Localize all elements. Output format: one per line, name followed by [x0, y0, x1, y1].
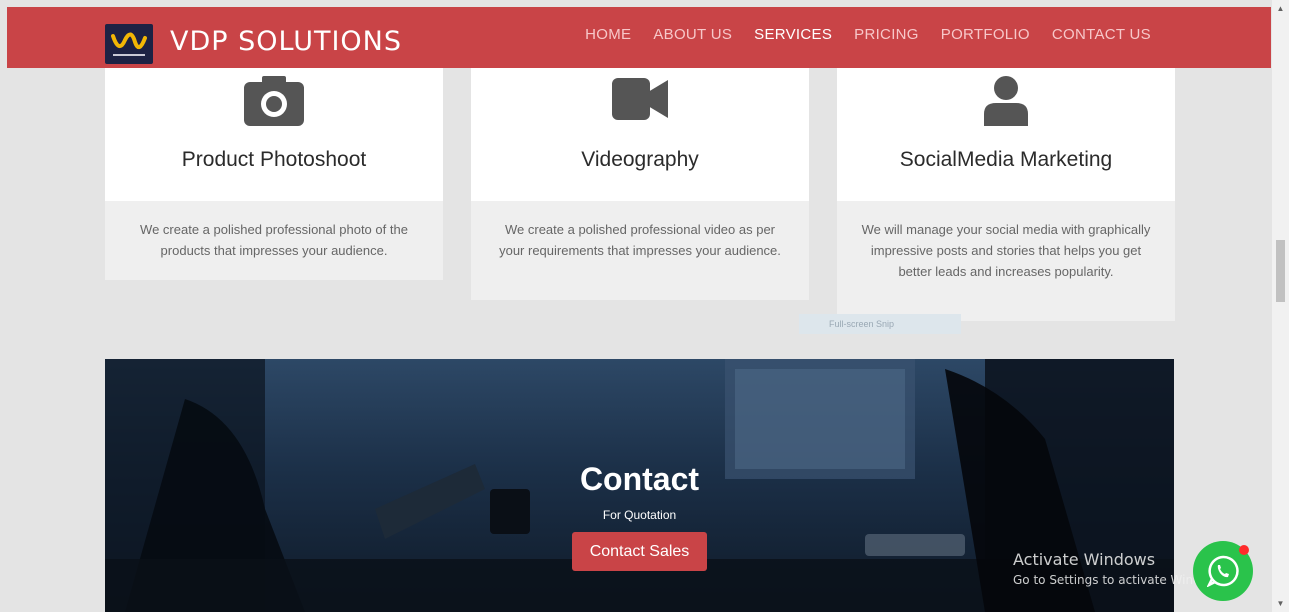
page-scrollbar[interactable]: ▲ ▼ [1272, 0, 1289, 612]
service-card-header: Product Photoshoot [105, 68, 443, 201]
nav-home[interactable]: HOME [585, 26, 631, 43]
service-card-videography: Videography We create a polished profess… [471, 68, 809, 300]
scroll-up-arrow-icon[interactable]: ▲ [1272, 0, 1289, 17]
video-camera-icon [612, 78, 668, 125]
nav-portfolio[interactable]: PORTFOLIO [941, 26, 1030, 43]
service-description: We will manage your social media with gr… [837, 201, 1175, 321]
service-description: We create a polished professional video … [471, 201, 809, 300]
contact-title: Contact [579, 461, 700, 497]
service-title: Product Photoshoot [181, 148, 367, 171]
notification-dot [1239, 545, 1249, 555]
nav-pricing[interactable]: PRICING [854, 26, 919, 43]
main-nav: HOME ABOUT US SERVICES PRICING PORTFOLIO… [585, 26, 1151, 43]
service-title: Videography [581, 148, 699, 171]
snip-overlay-label: Full-screen Snip [799, 314, 961, 334]
scroll-down-arrow-icon[interactable]: ▼ [1272, 595, 1289, 612]
nav-contact-us[interactable]: CONTACT US [1052, 26, 1151, 43]
nav-services[interactable]: SERVICES [754, 26, 832, 43]
service-description: We create a polished professional photo … [105, 201, 443, 280]
service-card-product-photoshoot: Product Photoshoot We create a polished … [105, 68, 443, 280]
service-card-header: Videography [471, 68, 809, 201]
nav-about-us[interactable]: ABOUT US [653, 26, 732, 43]
vdp-logo-icon[interactable] [105, 24, 153, 64]
camera-icon [244, 74, 304, 131]
top-navbar: VDP SOLUTIONS HOME ABOUT US SERVICES PRI… [7, 7, 1271, 68]
contact-subtitle: For Quotation [602, 508, 677, 522]
user-icon [984, 76, 1028, 131]
service-title: SocialMedia Marketing [899, 148, 1113, 171]
whatsapp-icon [1207, 555, 1239, 587]
brand-name[interactable]: VDP SOLUTIONS [170, 26, 402, 57]
contact-sales-button[interactable]: Contact Sales [572, 532, 707, 571]
service-card-socialmedia-marketing: SocialMedia Marketing We will manage you… [837, 68, 1175, 321]
scrollbar-thumb[interactable] [1276, 240, 1285, 302]
service-card-header: SocialMedia Marketing [837, 68, 1175, 201]
